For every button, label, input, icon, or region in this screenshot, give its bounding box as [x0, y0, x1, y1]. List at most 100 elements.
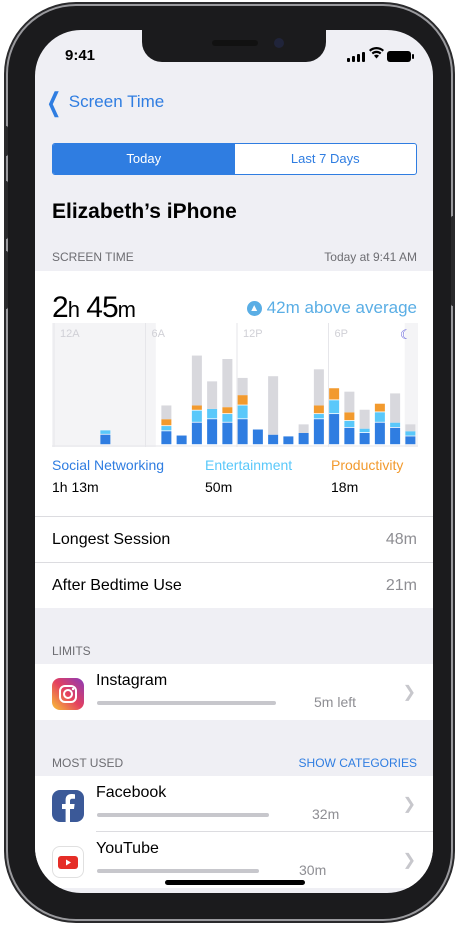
app-name: Facebook — [96, 784, 167, 801]
usage-chart: 12A 6A 12P 6P ☾ — [52, 323, 418, 447]
x-tick-label: 6A — [152, 328, 166, 340]
chart-bar-segment — [390, 427, 401, 445]
usage-bar — [97, 869, 259, 873]
chart-bar-segment — [359, 432, 370, 445]
x-tick-label: 12A — [60, 328, 80, 340]
volume-up-button — [4, 181, 8, 239]
chevron-left-icon: ❮ — [46, 87, 62, 117]
chart-bar-segment — [313, 414, 324, 419]
chart-bar-segment — [298, 432, 309, 445]
chart-bar-segment — [191, 410, 202, 422]
chart-bar-segment — [283, 436, 294, 445]
chart-bar-segment — [237, 405, 248, 419]
chart-bar-segment — [176, 435, 187, 445]
longest-session-row: Longest Session 48m — [35, 516, 433, 562]
chart-bar-segment — [359, 409, 370, 429]
app-name: Instagram — [96, 672, 168, 689]
chart-bar-segment — [390, 422, 401, 427]
nav-bar: ❮ Screen Time — [35, 88, 433, 120]
chevron-right-icon: ❯ — [402, 796, 416, 813]
chart-bar-segment — [390, 393, 401, 423]
chart-bar-segment — [191, 355, 202, 406]
chart-bar-segment — [161, 426, 172, 431]
chevron-right-icon: ❯ — [402, 852, 416, 869]
chart-bar-segment — [207, 419, 218, 445]
night-shading — [52, 323, 156, 447]
chart-bar-segment — [237, 419, 248, 445]
x-tick-label: 6P — [335, 328, 348, 340]
limit-app-instagram[interactable]: Instagram 5m left ❯ — [35, 664, 433, 720]
moon-icon: ☾ — [400, 327, 412, 342]
longest-session-value: 48m — [385, 531, 417, 548]
chart-bar-segment — [161, 405, 172, 420]
side-button — [451, 216, 455, 306]
chart-bar-segment — [313, 369, 324, 406]
chart-bar-segment — [298, 424, 309, 433]
battery-icon — [387, 51, 414, 62]
arrow-up-icon: ▲ — [246, 300, 262, 316]
chart-bar-segment — [100, 434, 111, 445]
chart-bar-segment — [100, 430, 111, 434]
segment-last-7-days[interactable]: Last 7 Days — [235, 144, 417, 174]
segment-today[interactable]: Today — [53, 144, 235, 174]
usage-bar — [97, 701, 276, 705]
chart-bar-segment — [329, 388, 340, 400]
chart-bar-segment — [344, 427, 355, 445]
chart-bar-segment — [359, 428, 370, 433]
chart-bar-segment — [237, 395, 248, 405]
category-productivity-value: 18m — [331, 479, 359, 495]
volume-down-button — [4, 251, 8, 309]
most-used-title: MOST USED — [52, 756, 124, 770]
chart-bar-segment — [405, 436, 416, 445]
chart-bar-segment — [207, 408, 218, 419]
average-comparison: ▲ 42m above average — [246, 298, 417, 318]
most-used-header: MOST USED SHOW CATEGORIES — [35, 748, 433, 776]
chart-bar-segment — [329, 400, 340, 414]
screen-time-header: SCREEN TIME Today at 9:41 AM — [35, 242, 433, 270]
total-screen-time: 2h 45m — [52, 291, 136, 324]
category-entertainment: Entertainment — [205, 457, 293, 473]
chart-bar-segment — [222, 414, 233, 422]
chart-bar-segment — [374, 403, 385, 412]
chart-bar-segment — [191, 405, 202, 410]
category-social-networking-value: 1h 13m — [52, 479, 99, 495]
notch — [142, 30, 326, 62]
chart-bar-segment — [313, 419, 324, 445]
chart-bar-segment — [222, 359, 233, 408]
home-indicator[interactable] — [165, 880, 305, 885]
category-entertainment-value: 50m — [205, 479, 233, 495]
chart-bar-segment — [344, 412, 355, 421]
instagram-icon — [52, 678, 84, 710]
screen-time-card[interactable]: 2h 45m ▲ 42m above average 12A 6A 12P 6P ☾ S… — [35, 271, 433, 516]
screen-time-timestamp: Today at 9:41 AM — [324, 250, 417, 264]
chart-bar-segment — [374, 422, 385, 445]
back-button[interactable]: ❮ Screen Time — [43, 87, 165, 117]
limits-title: LIMITS — [52, 644, 91, 658]
chart-bar-segment — [405, 424, 416, 432]
back-label: Screen Time — [68, 92, 165, 111]
chart-bar-segment — [344, 420, 355, 427]
screen-time-section-title: SCREEN TIME — [52, 250, 134, 264]
screen: 9:41 ❮ Screen Time Today Last 7 Days Eli… — [35, 30, 433, 893]
chart-bar-segment — [268, 434, 279, 445]
category-social-networking: Social Networking — [52, 457, 165, 473]
chart-bar-segment — [222, 422, 233, 445]
app-name: YouTube — [96, 840, 159, 857]
youtube-icon — [52, 846, 84, 878]
after-bedtime-row: After Bedtime Use 21m — [35, 562, 433, 608]
x-tick-label: 12P — [243, 328, 263, 340]
usage-time: 32m — [312, 806, 340, 822]
chart-bar-segment — [268, 376, 279, 435]
device-name: Elizabeth’s iPhone — [52, 200, 237, 223]
time-left: 5m left — [314, 694, 357, 710]
show-categories-button[interactable]: SHOW CATEGORIES — [299, 756, 417, 770]
wifi-icon — [369, 46, 384, 62]
status-time: 9:41 — [65, 47, 96, 64]
most-used-app-facebook[interactable]: Facebook 32m ❯ — [35, 776, 433, 832]
chart-bar-segment — [313, 405, 324, 414]
facebook-icon — [52, 790, 84, 822]
chart-bar-segment — [252, 429, 263, 445]
period-segmented-control[interactable]: Today Last 7 Days — [52, 143, 417, 175]
longest-session-label: Longest Session — [52, 531, 171, 548]
limits-header: LIMITS — [35, 636, 433, 664]
